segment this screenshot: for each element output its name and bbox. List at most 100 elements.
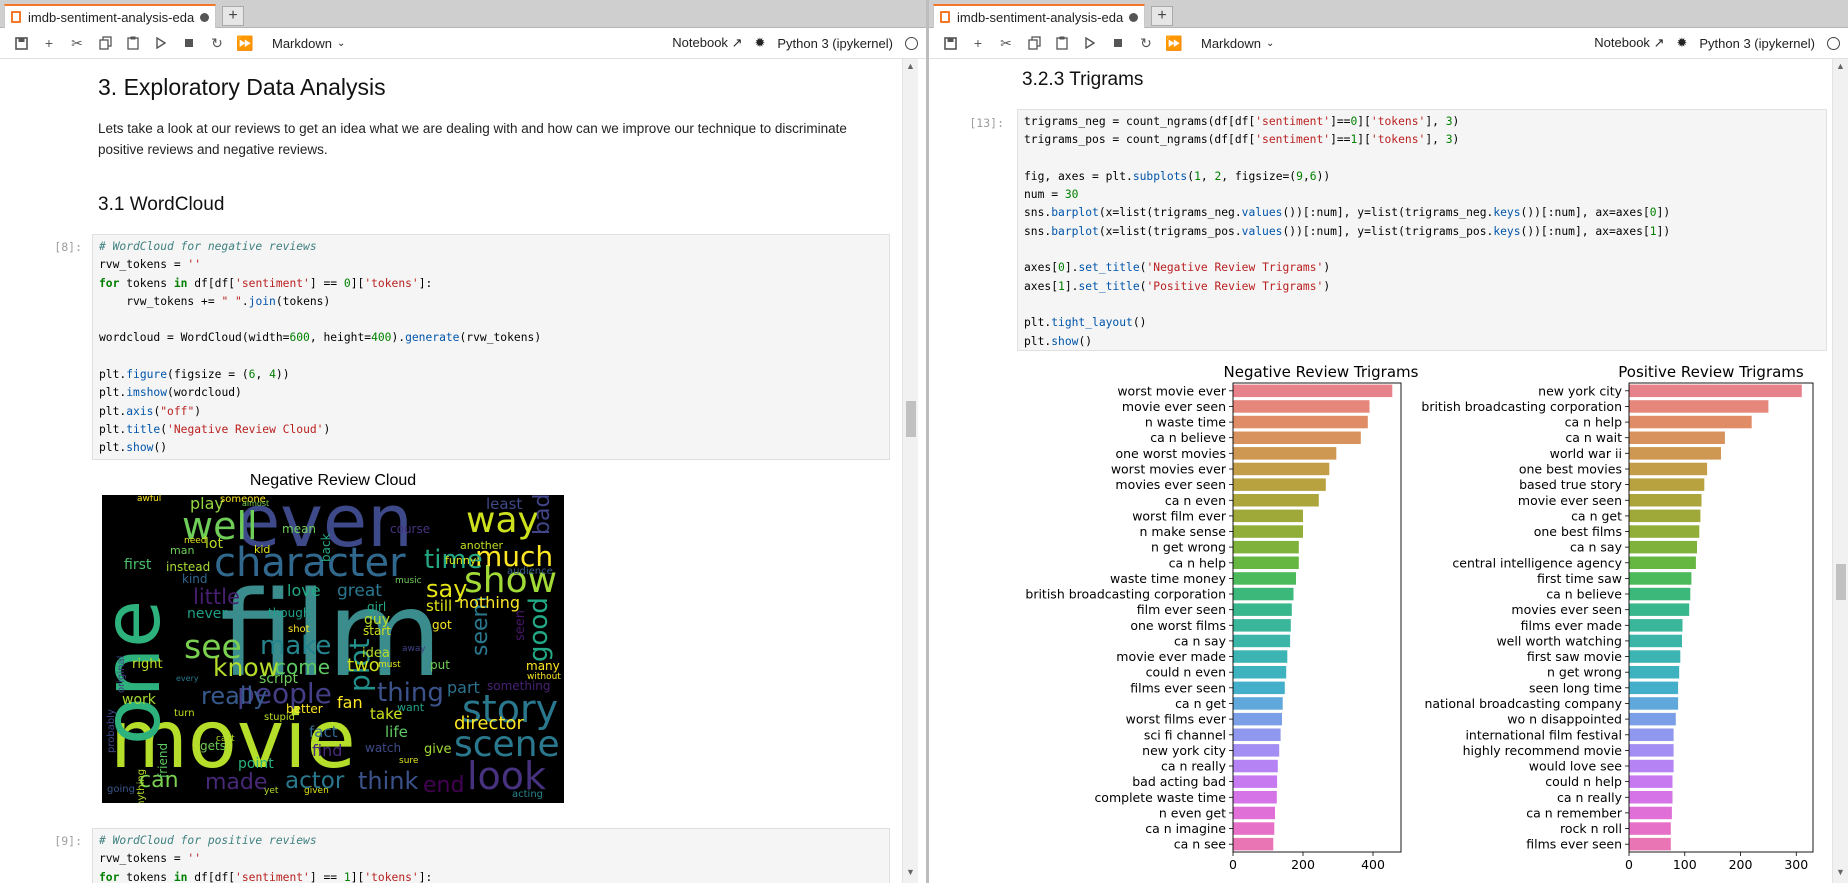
wordcloud-word: script — [259, 671, 299, 687]
add-cell-icon[interactable]: + — [36, 30, 62, 56]
notebook-toolbar: + ✂ ↻ ⏩ Markdown ⌄ Notebook ↗ ✹ Python 3 … — [0, 28, 926, 59]
stop-icon[interactable] — [176, 30, 202, 56]
wordcloud-word: got — [432, 618, 452, 632]
run-icon[interactable] — [1077, 30, 1103, 56]
wordcloud-word: fact — [309, 723, 338, 741]
wordcloud-word: right — [132, 657, 163, 672]
y-tick-label: n get wrong — [1151, 540, 1226, 555]
cell-type-dropdown[interactable]: Markdown ⌄ — [272, 36, 345, 51]
chart-title: Positive Review Trigrams — [1618, 363, 1804, 381]
cut-icon[interactable]: ✂ — [993, 30, 1019, 56]
save-icon[interactable] — [8, 30, 34, 56]
code-line: # WordCloud for negative reviews — [99, 240, 317, 253]
debugger-icon[interactable]: ✹ — [1676, 35, 1687, 51]
y-tick-label: central intelligence agency — [1452, 555, 1622, 570]
code-cell-wordcloud-positive[interactable]: # WordCloud for positive reviews rvw_toke… — [92, 828, 890, 883]
notebook-tab[interactable]: imdb-sentiment-analysis-eda — [933, 4, 1145, 28]
wordcloud-title: Negative Review Cloud — [249, 472, 417, 489]
wordcloud-word: love — [287, 581, 321, 600]
chart-bar — [1629, 384, 1802, 398]
chart-bar — [1629, 587, 1691, 601]
debugger-icon[interactable]: ✹ — [754, 35, 765, 51]
run-icon[interactable] — [148, 30, 174, 56]
fast-forward-icon[interactable]: ⏩ — [1161, 30, 1187, 56]
new-tab-button[interactable]: + — [222, 6, 244, 26]
unsaved-dot-icon[interactable] — [1129, 12, 1138, 22]
chart-bar — [1233, 587, 1294, 601]
notebook-label: Notebook — [672, 35, 728, 50]
wordcloud-word: never — [187, 606, 228, 622]
scroll-down-icon[interactable]: ▼ — [1836, 867, 1845, 877]
y-tick-label: n make sense — [1139, 524, 1226, 539]
wordcloud-word: funny — [445, 554, 477, 567]
wordcloud-word: seen — [513, 610, 528, 642]
code-line: num = 30 — [1024, 188, 1079, 202]
code-cell-trigrams[interactable]: trigrams_neg = count_ngrams(df[df['senti… — [1017, 109, 1827, 351]
y-tick-label: worst movies ever — [1111, 462, 1227, 477]
add-cell-icon[interactable]: + — [965, 30, 991, 56]
restart-icon[interactable]: ↻ — [204, 30, 230, 56]
wordcloud-word: made — [205, 770, 268, 795]
wordcloud-word: anything — [136, 768, 147, 803]
chart-bar — [1629, 712, 1676, 726]
chart-bar — [1629, 462, 1708, 476]
y-tick-label: world war ii — [1550, 446, 1622, 461]
code-line: plt.show() — [99, 441, 168, 455]
save-icon[interactable] — [937, 30, 963, 56]
stop-icon[interactable] — [1105, 30, 1131, 56]
open-notebook-link[interactable]: Notebook ↗ — [672, 35, 742, 51]
code-line: rvw_tokens = '' — [99, 852, 202, 866]
chart-bar — [1629, 431, 1725, 444]
cut-icon[interactable]: ✂ — [64, 30, 90, 56]
chart-bar — [1233, 634, 1291, 648]
paste-icon[interactable] — [120, 30, 146, 56]
scroll-up-icon[interactable]: ▲ — [906, 61, 915, 71]
chart-bar — [1233, 712, 1282, 726]
fast-forward-icon[interactable]: ⏩ — [232, 30, 258, 56]
kernel-name[interactable]: Python 3 (ipykernel) — [777, 36, 893, 51]
wordcloud-word: work — [122, 692, 156, 708]
wordcloud-word: give — [424, 742, 452, 757]
wordcloud-word: end — [423, 773, 465, 798]
y-tick-label: one worst movies — [1115, 446, 1226, 461]
chart-bar — [1233, 447, 1337, 460]
scrollbar-thumb[interactable] — [1836, 564, 1846, 600]
code-cell-wordcloud-negative[interactable]: # WordCloud for negative reviews rvw_toke… — [92, 234, 890, 460]
y-tick-label: one best films — [1534, 524, 1622, 539]
chart-bar — [1629, 666, 1680, 679]
unsaved-dot-icon[interactable] — [200, 12, 209, 22]
restart-icon[interactable]: ↻ — [1133, 30, 1159, 56]
wordcloud-word: great — [337, 581, 382, 601]
y-tick-label: based true story — [1519, 477, 1623, 492]
scroll-down-icon[interactable]: ▼ — [906, 867, 915, 877]
notebook-tab[interactable]: imdb-sentiment-analysis-eda — [4, 4, 216, 28]
cell-type-dropdown[interactable]: Markdown ⌄ — [1201, 36, 1274, 51]
copy-icon[interactable] — [1021, 30, 1047, 56]
left-notebook-pane: imdb-sentiment-analysis-eda + + ✂ ↻ ⏩ Ma… — [0, 0, 926, 883]
notebook-label: Notebook — [1594, 35, 1650, 50]
wordcloud-word: still — [426, 597, 453, 615]
chart-bar — [1233, 478, 1326, 491]
open-notebook-link[interactable]: Notebook ↗ — [1594, 35, 1664, 51]
wordcloud-word: think — [358, 767, 419, 795]
external-link-icon: ↗ — [1653, 35, 1665, 50]
paste-icon[interactable] — [1049, 30, 1075, 56]
y-tick-label: ca n really — [1161, 759, 1227, 774]
scroll-up-icon[interactable]: ▲ — [1836, 61, 1845, 71]
wordcloud-word: sure — [399, 756, 419, 766]
scrollbar[interactable]: ▲ ▼ — [1832, 59, 1848, 883]
chart-bar — [1233, 697, 1283, 710]
chart-bar — [1629, 650, 1681, 663]
scrollbar[interactable]: ▲ ▼ — [902, 59, 918, 883]
new-tab-button[interactable]: + — [1151, 6, 1173, 26]
kernel-name[interactable]: Python 3 (ipykernel) — [1699, 36, 1815, 51]
chart-bar — [1233, 540, 1299, 554]
cell-prompt: [9]: — [54, 834, 82, 848]
wordcloud-word: audience — [507, 566, 553, 577]
scrollbar-thumb[interactable] — [906, 401, 916, 437]
chart-bar — [1629, 415, 1752, 429]
code-line: sns.barplot(x=list(trigrams_pos.values()… — [1024, 224, 1671, 238]
wordcloud-word: kind — [182, 572, 208, 586]
copy-icon[interactable] — [92, 30, 118, 56]
chevron-down-icon: ⌄ — [1265, 37, 1275, 49]
